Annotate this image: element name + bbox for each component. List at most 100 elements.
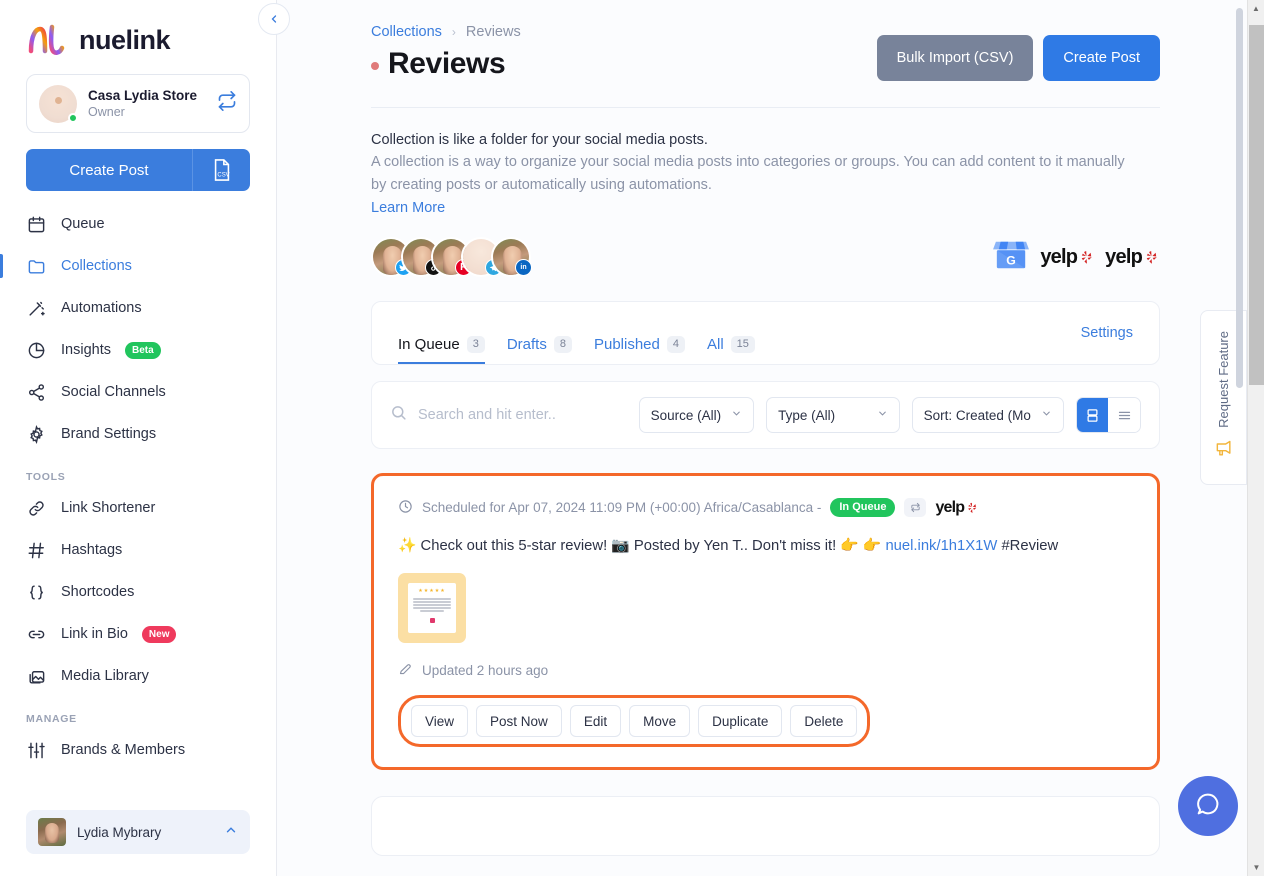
tab-label: In Queue bbox=[398, 335, 460, 353]
braces-icon bbox=[26, 582, 47, 603]
recurring-icon bbox=[904, 498, 927, 517]
images-icon bbox=[26, 666, 47, 687]
post-text: ✨ Check out this 5-star review! 📷 Posted… bbox=[398, 535, 1133, 557]
filters-card: Source (All) Type (All) Sort: Created (M… bbox=[371, 381, 1160, 449]
inner-scrollbar[interactable] bbox=[1233, 0, 1247, 876]
calendar-icon bbox=[26, 214, 47, 235]
tabs-card: In Queue 3 Drafts 8 Published 4 All 15 S… bbox=[371, 301, 1160, 365]
browser-scrollbar-thumb[interactable] bbox=[1249, 25, 1264, 385]
sidebar-collapse-toggle[interactable] bbox=[258, 3, 290, 35]
sidebar-item-label: Link in Bio bbox=[61, 626, 128, 642]
brand-switcher-card[interactable]: Casa Lydia Store Owner bbox=[26, 74, 250, 133]
tab-published[interactable]: Published 4 bbox=[594, 302, 685, 364]
list-view-icon[interactable] bbox=[1108, 398, 1140, 432]
settings-link[interactable]: Settings bbox=[1081, 325, 1133, 341]
sidebar-item-hashtags[interactable]: Hashtags bbox=[0, 529, 276, 571]
duplicate-button[interactable]: Duplicate bbox=[698, 705, 783, 737]
user-account-card[interactable]: Lydia Mybrary bbox=[26, 810, 250, 854]
post-schedule-text: Scheduled for Apr 07, 2024 11:09 PM (+00… bbox=[422, 500, 822, 515]
sidebar-item-brand-settings[interactable]: Brand Settings bbox=[0, 413, 276, 455]
tab-all[interactable]: All 15 bbox=[707, 302, 755, 364]
view-button[interactable]: View bbox=[411, 705, 469, 737]
post-card[interactable]: Scheduled for Apr 07, 2024 11:09 PM (+00… bbox=[371, 473, 1160, 770]
app-logo[interactable]: nuelink bbox=[0, 0, 276, 62]
sidebar-item-brands-members[interactable]: Brands & Members bbox=[0, 729, 276, 771]
brand-avatar bbox=[39, 84, 78, 123]
scroll-down-arrow[interactable]: ▼ bbox=[1248, 859, 1264, 876]
sidebar-item-link-in-bio[interactable]: Link in Bio New bbox=[0, 613, 276, 655]
create-post-header-button[interactable]: Create Post bbox=[1043, 35, 1160, 81]
bulk-import-button[interactable]: Bulk Import (CSV) bbox=[876, 35, 1034, 81]
channel-avatar-linkedin[interactable]: in bbox=[491, 237, 532, 277]
nuelink-logo-icon bbox=[26, 23, 70, 57]
request-feature-label: Request Feature bbox=[1216, 330, 1231, 428]
page-title: Reviews bbox=[388, 47, 506, 80]
sidebar-item-label: Media Library bbox=[61, 668, 149, 684]
sidebar-item-label: Insights bbox=[61, 342, 111, 358]
post-thumbnail[interactable]: ★★★★★ bbox=[398, 573, 466, 643]
clock-icon bbox=[398, 499, 413, 517]
connected-accounts-avatars: P in bbox=[371, 237, 532, 277]
breadcrumb-collections[interactable]: Collections bbox=[371, 24, 442, 40]
header-actions: Bulk Import (CSV) Create Post bbox=[876, 35, 1160, 81]
rating-stars-icon: ★★★★★ bbox=[418, 588, 446, 594]
folder-icon bbox=[26, 256, 47, 277]
chevron-down-icon bbox=[1041, 408, 1052, 422]
create-post-button[interactable]: Create Post bbox=[26, 149, 192, 191]
sidebar-item-label: Link Shortener bbox=[61, 500, 156, 516]
sidebar-item-shortcodes[interactable]: Shortcodes bbox=[0, 571, 276, 613]
sidebar-item-automations[interactable]: Automations bbox=[0, 287, 276, 329]
tab-label: Published bbox=[593, 335, 660, 353]
source-filter-select[interactable]: Source (All) bbox=[638, 397, 755, 433]
app-root: nuelink Casa Lydia Store Owner Create Po… bbox=[0, 0, 1264, 876]
tab-drafts[interactable]: Drafts 8 bbox=[507, 302, 572, 364]
status-badge: In Queue bbox=[830, 498, 896, 517]
post-short-link[interactable]: nuel.ink/1h1X1W bbox=[885, 538, 997, 554]
browser-scrollbar[interactable]: ▲ ▼ bbox=[1247, 0, 1264, 876]
learn-more-link[interactable]: Learn More bbox=[371, 200, 445, 216]
scroll-up-arrow[interactable]: ▲ bbox=[1248, 0, 1264, 17]
source-logos: G yelp yelp bbox=[992, 238, 1160, 277]
sidebar-item-social-channels[interactable]: Social Channels bbox=[0, 371, 276, 413]
sidebar-item-label: Collections bbox=[61, 258, 132, 274]
chevron-down-icon bbox=[877, 408, 888, 422]
type-filter-label: Type (All) bbox=[778, 407, 836, 423]
help-chat-button[interactable] bbox=[1178, 776, 1238, 836]
sidebar-item-media-library[interactable]: Media Library bbox=[0, 655, 276, 697]
thumbnail-text-lines bbox=[413, 598, 451, 612]
sort-label: Sort: Created (Mo bbox=[923, 407, 1031, 423]
sidebar-item-label: Brands & Members bbox=[61, 742, 186, 758]
new-badge: New bbox=[141, 625, 177, 643]
magic-wand-icon bbox=[26, 298, 47, 319]
tabs: In Queue 3 Drafts 8 Published 4 All 15 bbox=[398, 302, 755, 364]
post-now-button[interactable]: Post Now bbox=[476, 705, 562, 737]
online-status-dot bbox=[68, 112, 78, 123]
user-name: Lydia Mybrary bbox=[77, 824, 162, 840]
sidebar-item-insights[interactable]: Insights Beta bbox=[0, 329, 276, 371]
sort-select[interactable]: Sort: Created (Mo bbox=[911, 397, 1064, 433]
grid-view-icon[interactable] bbox=[1076, 398, 1109, 432]
chevron-up-icon[interactable] bbox=[224, 823, 238, 842]
megaphone-icon bbox=[1214, 439, 1234, 464]
tab-in-queue[interactable]: In Queue 3 bbox=[398, 302, 485, 364]
edit-button[interactable]: Edit bbox=[569, 705, 622, 737]
inner-scrollbar-thumb[interactable] bbox=[1236, 8, 1243, 388]
gear-icon bbox=[26, 424, 47, 445]
next-post-card[interactable] bbox=[371, 796, 1160, 856]
yelp-icon: yelp bbox=[935, 499, 979, 517]
edit-icon bbox=[398, 661, 413, 679]
type-filter-select[interactable]: Type (All) bbox=[766, 397, 900, 433]
sidebar-item-queue[interactable]: Queue bbox=[0, 203, 276, 245]
sidebar-item-link-shortener[interactable]: Link Shortener bbox=[0, 487, 276, 529]
view-toggle bbox=[1075, 397, 1141, 433]
search-icon bbox=[390, 404, 407, 426]
channels-row: P in G yelp yelp bbox=[371, 237, 1160, 277]
sidebar-item-collections[interactable]: Collections bbox=[0, 245, 276, 287]
switch-brand-icon[interactable] bbox=[217, 91, 237, 116]
yelp-wordmark: yelp bbox=[1105, 245, 1143, 268]
bulk-csv-button[interactable]: CSV bbox=[192, 149, 250, 191]
delete-button[interactable]: Delete bbox=[790, 705, 858, 737]
move-button[interactable]: Move bbox=[629, 705, 691, 737]
brand-role: Owner bbox=[88, 104, 125, 119]
search-input[interactable] bbox=[418, 407, 627, 423]
